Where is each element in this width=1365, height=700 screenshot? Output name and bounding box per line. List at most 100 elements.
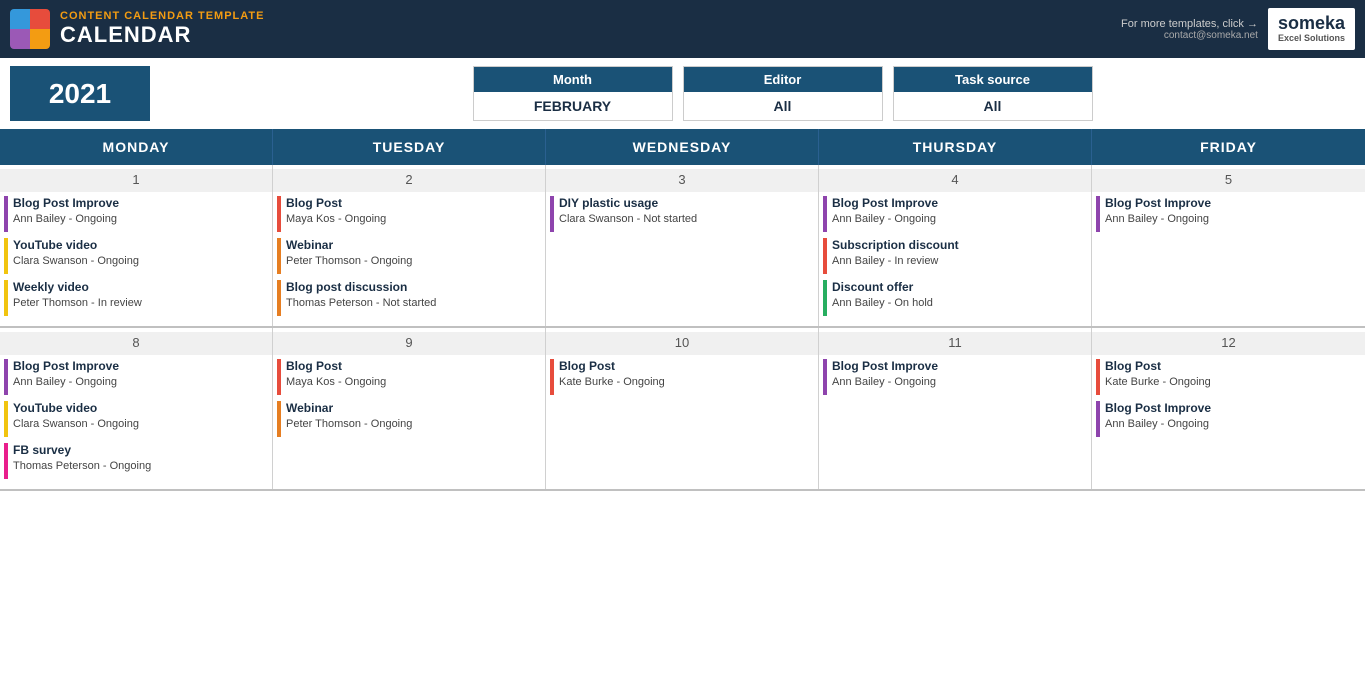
day-number-2: 2 (273, 169, 545, 192)
week-row-0: 1Blog Post ImproveAnn Bailey - OngoingYo… (0, 165, 1365, 328)
filter-value-2: All (894, 92, 1092, 120)
filter-item-0[interactable]: Month FEBRUARY (473, 66, 673, 121)
event-title-1-0: Blog Post Improve (13, 196, 268, 212)
day-number-12: 12 (1092, 332, 1365, 355)
day-cell-11: 11 Blog Post ImproveAnn Bailey - Ongoing (819, 328, 1092, 489)
day-header-tuesday: TUESDAY (273, 129, 546, 165)
event-content-5-0: Blog Post ImproveAnn Bailey - Ongoing (1105, 196, 1361, 226)
event-title-4-2: Discount offer (832, 280, 1087, 296)
day-cell-8: 8 Blog Post ImproveAnn Bailey - Ongoing Yo… (0, 328, 273, 489)
event-title-2-0: Blog Post (286, 196, 541, 212)
top-header: CONTENT CALENDAR TEMPLATE CALENDAR For m… (0, 0, 1365, 58)
event-item-1-2: Weekly videoPeter Thomson - In review (0, 280, 272, 316)
day-number-10: 10 (546, 332, 818, 355)
event-sub-9-0: Maya Kos - Ongoing (286, 375, 541, 389)
event-content-3-0: DIY plastic usageClara Swanson - Not sta… (559, 196, 814, 226)
event-bar-4-2 (823, 280, 827, 316)
filter-value-0: FEBRUARY (474, 92, 672, 120)
brand-logo: someka Excel Solutions (1268, 8, 1355, 50)
event-title-4-1: Subscription discount (832, 238, 1087, 254)
event-bar-9-1 (277, 401, 281, 437)
event-item-8-1: YouTube videoClara Swanson - Ongoing (0, 401, 272, 437)
day-cell-12: 12Blog PostKate Burke - OngoingBlog Post… (1092, 328, 1365, 489)
event-sub-11-0: Ann Bailey - Ongoing (832, 375, 1087, 389)
event-bar-11-0 (823, 359, 827, 395)
event-item-2-1: WebinarPeter Thomson - Ongoing (273, 238, 545, 274)
day-number-9: 9 (273, 332, 545, 355)
event-sub-8-1: Clara Swanson - Ongoing (13, 417, 268, 431)
event-title-10-0: Blog Post (559, 359, 814, 375)
event-title-2-1: Webinar (286, 238, 541, 254)
event-sub-1-2: Peter Thomson - In review (13, 296, 268, 310)
app-logo-icon (10, 9, 50, 49)
day-cell-1: 1Blog Post ImproveAnn Bailey - OngoingYo… (0, 165, 273, 326)
logo-area: CONTENT CALENDAR TEMPLATE CALENDAR (10, 9, 264, 49)
calendar-container: MONDAYTUESDAYWEDNESDAYTHURSDAYFRIDAY 1Bl… (0, 129, 1365, 491)
event-sub-4-2: Ann Bailey - On hold (832, 296, 1087, 310)
event-item-10-0: Blog PostKate Burke - Ongoing (546, 359, 818, 395)
event-title-5-0: Blog Post Improve (1105, 196, 1361, 212)
day-cell-4: 4Blog Post ImproveAnn Bailey - OngoingSu… (819, 165, 1092, 326)
event-sub-3-0: Clara Swanson - Not started (559, 212, 814, 226)
event-bar-1-1 (4, 238, 8, 274)
event-content-9-0: Blog PostMaya Kos - Ongoing (286, 359, 541, 389)
event-bar-12-0 (1096, 359, 1100, 395)
event-sub-8-0: Ann Bailey - Ongoing (13, 375, 268, 389)
event-sub-2-2: Thomas Peterson - Not started (286, 296, 541, 310)
filter-group: Month FEBRUARY Editor All Task source Al… (210, 66, 1355, 121)
event-bar-2-2 (277, 280, 281, 316)
event-sub-2-0: Maya Kos - Ongoing (286, 212, 541, 226)
app-title: CALENDAR (60, 22, 264, 48)
event-item-2-2: Blog post discussionThomas Peterson - No… (273, 280, 545, 316)
day-headers: MONDAYTUESDAYWEDNESDAYTHURSDAYFRIDAY (0, 129, 1365, 165)
event-item-2-0: Blog PostMaya Kos - Ongoing (273, 196, 545, 232)
event-item-1-1: YouTube videoClara Swanson - Ongoing (0, 238, 272, 274)
controls-row: 2021 Month FEBRUARY Editor All Task sour… (0, 58, 1365, 129)
day-number-8: 8 (0, 332, 272, 355)
day-number-4: 4 (819, 169, 1091, 192)
event-title-12-1: Blog Post Improve (1105, 401, 1361, 417)
day-cell-9: 9 Blog PostMaya Kos - Ongoing WebinarPeter… (273, 328, 546, 489)
event-sub-2-1: Peter Thomson - Ongoing (286, 254, 541, 268)
day-cell-5: 5 Blog Post ImproveAnn Bailey - Ongoing (1092, 165, 1365, 326)
event-content-2-1: WebinarPeter Thomson - Ongoing (286, 238, 541, 268)
day-number-11: 11 (819, 332, 1091, 355)
filter-item-1[interactable]: Editor All (683, 66, 883, 121)
event-item-8-2: FB surveyThomas Peterson - Ongoing (0, 443, 272, 479)
event-item-8-0: Blog Post ImproveAnn Bailey - Ongoing (0, 359, 272, 395)
day-header-friday: FRIDAY (1092, 129, 1365, 165)
event-bar-8-0 (4, 359, 8, 395)
event-sub-12-0: Kate Burke - Ongoing (1105, 375, 1361, 389)
filter-item-2[interactable]: Task source All (893, 66, 1093, 121)
event-content-8-1: YouTube videoClara Swanson - Ongoing (13, 401, 268, 431)
event-content-1-2: Weekly videoPeter Thomson - In review (13, 280, 268, 310)
event-content-10-0: Blog PostKate Burke - Ongoing (559, 359, 814, 389)
year-display[interactable]: 2021 (10, 66, 150, 121)
event-bar-12-1 (1096, 401, 1100, 437)
event-content-1-1: YouTube videoClara Swanson - Ongoing (13, 238, 268, 268)
event-item-12-1: Blog Post ImproveAnn Bailey - Ongoing (1092, 401, 1365, 437)
week-row-1: 8Blog Post ImproveAnn Bailey - OngoingYo… (0, 328, 1365, 491)
event-content-9-1: WebinarPeter Thomson - Ongoing (286, 401, 541, 431)
day-cell-10: 10 Blog PostKate Burke - Ongoing (546, 328, 819, 489)
event-sub-1-0: Ann Bailey - Ongoing (13, 212, 268, 226)
event-title-2-2: Blog post discussion (286, 280, 541, 296)
event-title-8-0: Blog Post Improve (13, 359, 268, 375)
event-content-11-0: Blog Post ImproveAnn Bailey - Ongoing (832, 359, 1087, 389)
event-bar-3-0 (550, 196, 554, 232)
event-content-2-0: Blog PostMaya Kos - Ongoing (286, 196, 541, 226)
header-contact: For more templates, click → contact@some… (1121, 18, 1258, 41)
app-wrapper: CONTENT CALENDAR TEMPLATE CALENDAR For m… (0, 0, 1365, 491)
event-item-4-2: Discount offerAnn Bailey - On hold (819, 280, 1091, 316)
event-sub-4-1: Ann Bailey - In review (832, 254, 1087, 268)
event-bar-2-1 (277, 238, 281, 274)
day-header-monday: MONDAY (0, 129, 273, 165)
weeks-container: 1Blog Post ImproveAnn Bailey - OngoingYo… (0, 165, 1365, 491)
event-bar-1-2 (4, 280, 8, 316)
filter-label-1: Editor (684, 67, 882, 92)
header-cta: For more templates, click → (1121, 18, 1258, 30)
event-item-4-1: Subscription discountAnn Bailey - In rev… (819, 238, 1091, 274)
event-title-9-0: Blog Post (286, 359, 541, 375)
day-number-5: 5 (1092, 169, 1365, 192)
event-item-9-1: WebinarPeter Thomson - Ongoing (273, 401, 545, 437)
